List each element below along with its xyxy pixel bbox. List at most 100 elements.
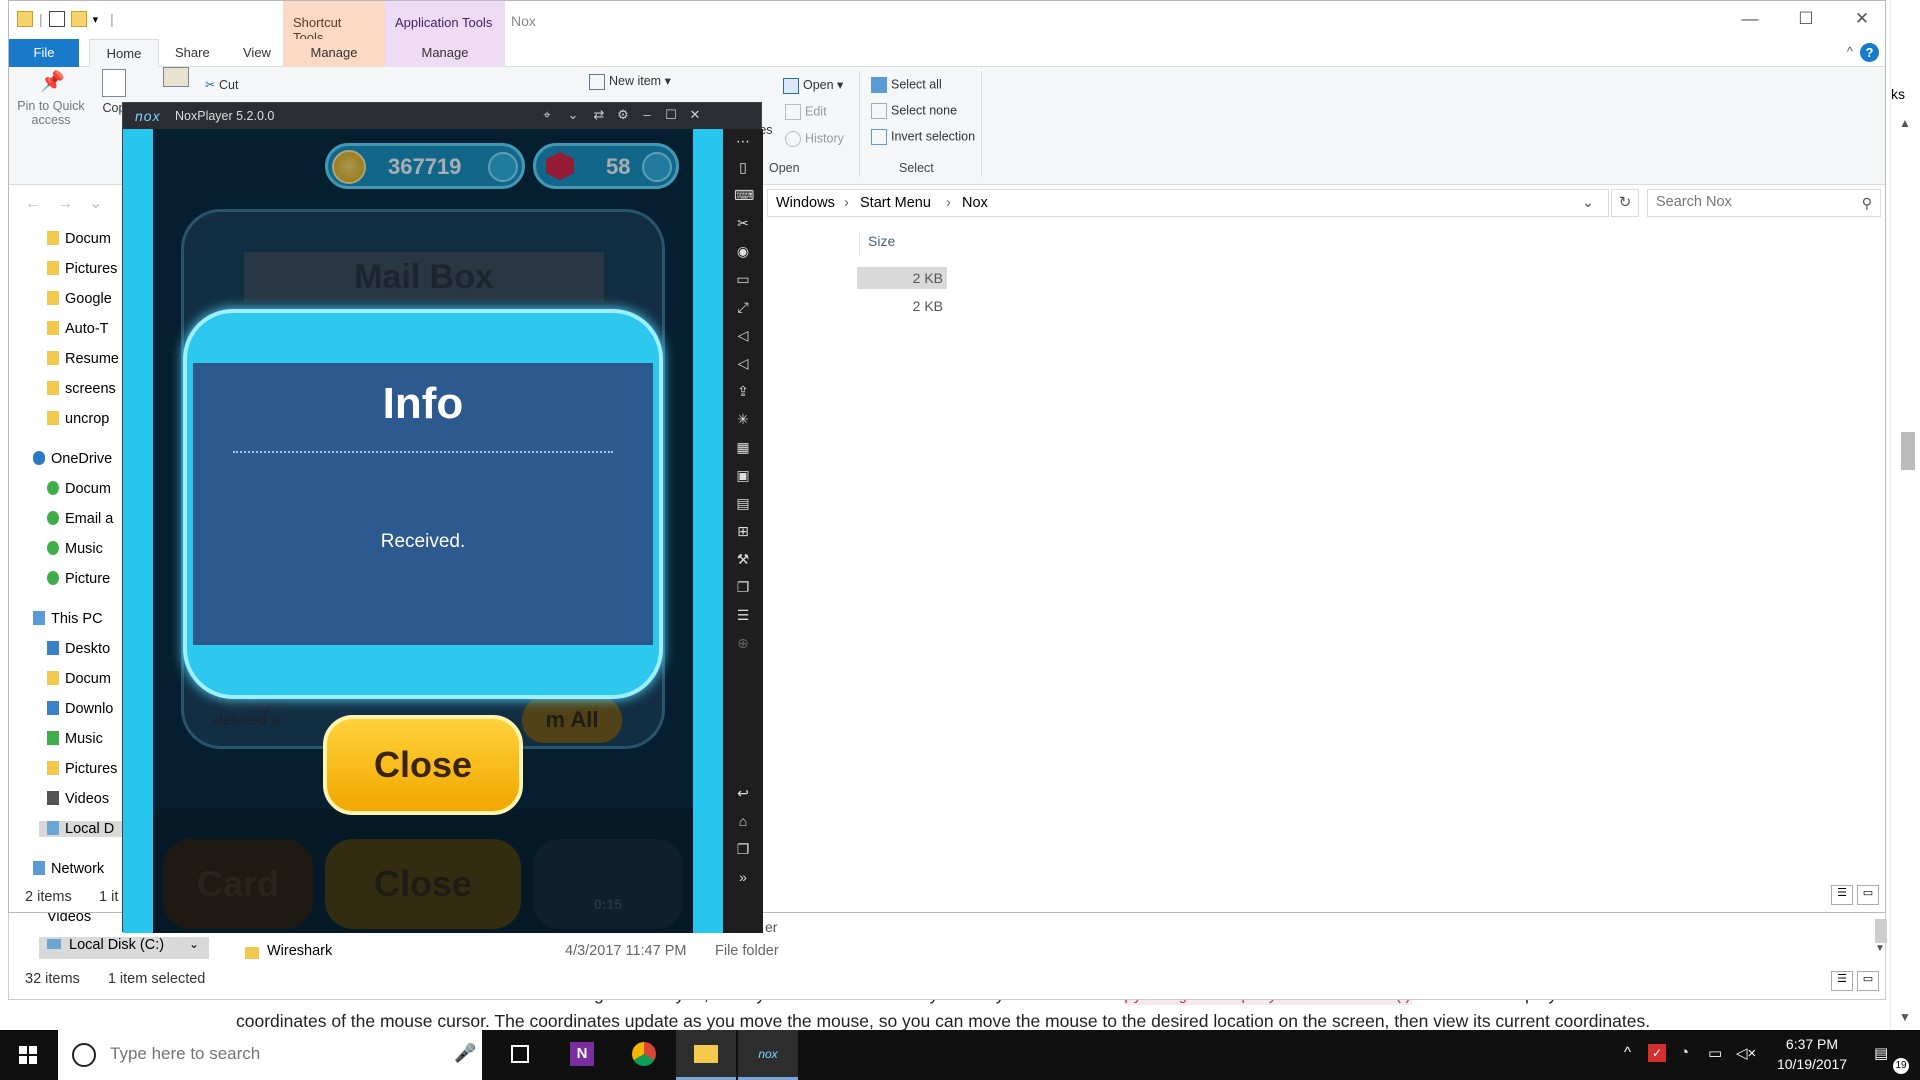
nav-item-onedrive-documents[interactable]: Docum — [47, 481, 127, 497]
breadcrumb[interactable]: Windows › Start Menu › Nox ⌄ — [767, 189, 1609, 217]
nav-item-local-disk[interactable]: Local D — [39, 821, 129, 837]
nav-item-pictures[interactable]: Pictures — [47, 261, 127, 277]
nav-item-desktop[interactable]: Deskto — [47, 641, 127, 657]
nav-item-onedrive-music[interactable]: Music — [47, 541, 127, 557]
nav-item-auto[interactable]: Auto-T — [47, 321, 127, 337]
show-hidden-icons-icon[interactable]: ^ — [1624, 1044, 1631, 1061]
menu-icon[interactable]: ☰ — [734, 607, 752, 623]
copy-icon[interactable]: ❐ — [734, 579, 752, 595]
tab-view[interactable]: View — [243, 45, 271, 60]
more-icon[interactable]: ⋯ — [734, 133, 752, 149]
clock-time[interactable]: 6:37 PM — [1772, 1036, 1852, 1052]
keyboard-icon[interactable]: ⌨ — [734, 187, 754, 203]
minimize-icon[interactable]: — — [1727, 9, 1773, 29]
details-view-icon[interactable]: ☰ — [1831, 885, 1853, 905]
taskbar-chrome[interactable] — [614, 1030, 674, 1080]
select-all-button[interactable]: Select all — [871, 77, 942, 93]
gear-icon[interactable]: ⚙ — [613, 107, 633, 123]
column-header-size[interactable]: Size — [859, 233, 895, 257]
nav-item-onedrive[interactable]: OneDrive — [33, 451, 129, 467]
nav-item-screens[interactable]: screens — [47, 381, 127, 397]
chevron-down-icon[interactable]: ⌄ — [189, 937, 199, 951]
breadcrumb-separator-icon[interactable]: › — [946, 195, 951, 211]
location-icon[interactable]: ◉ — [734, 243, 752, 259]
close-button[interactable]: Close — [323, 715, 523, 815]
wifi-icon[interactable]: ◔ — [1680, 1044, 1689, 1061]
refresh-icon[interactable]: ↻ — [1611, 189, 1639, 217]
nav-item-documents[interactable]: Docum — [47, 231, 127, 247]
emulator-screen[interactable]: 367719 58 Mail Box Messages deleted a m … — [123, 129, 723, 933]
shake-icon[interactable]: ✳ — [734, 411, 752, 427]
install-apk-icon[interactable]: ⇪ — [734, 383, 752, 399]
recent-apps-icon[interactable]: ❐ — [734, 841, 752, 857]
nav-item-resume[interactable]: Resume — [47, 351, 127, 367]
sidebar-item-local-disk[interactable]: Local Disk (C:) ⌄ — [39, 937, 209, 959]
arrange-icon[interactable]: ⇄ — [589, 107, 609, 123]
tab-file[interactable]: File — [9, 39, 79, 67]
back-arrow-icon[interactable]: ← — [25, 195, 57, 212]
search-box[interactable]: ⚲ — [1647, 189, 1881, 217]
details-view-icon[interactable]: ☰ — [1831, 971, 1853, 991]
file-list-scrollbar[interactable]: ▼ — [1875, 919, 1887, 969]
help-icon[interactable]: ? — [1860, 43, 1879, 62]
breadcrumb-nox[interactable]: Nox — [962, 195, 988, 211]
minimize-icon[interactable]: – — [637, 107, 657, 122]
page-scrollbar[interactable]: ks ▲ ▼ — [1890, 0, 1920, 1030]
screen-icon[interactable]: ▭ — [734, 271, 752, 287]
ribbon-collapse-icon[interactable]: ^ — [1847, 44, 1853, 59]
cut-button[interactable]: ✂ Cut — [205, 77, 238, 92]
nav-item-pc-pictures[interactable]: Pictures — [47, 761, 127, 777]
nav-item-music[interactable]: Music — [47, 731, 127, 747]
nav-item-pc-documents[interactable]: Docum — [47, 671, 127, 687]
taskbar-nox[interactable]: nox — [738, 1030, 798, 1080]
gamepad-icon[interactable]: ⊞ — [734, 523, 752, 539]
volume-muted-icon[interactable]: ◁× — [1736, 1044, 1756, 1062]
video-record-icon[interactable]: ▣ — [734, 467, 752, 483]
add-icon[interactable]: ⊕ — [734, 635, 752, 651]
open-button[interactable]: Open ▾ — [783, 77, 843, 94]
scroll-thumb[interactable] — [1875, 919, 1887, 943]
large-icons-view-icon[interactable]: ▭ — [1857, 885, 1879, 905]
history-button[interactable]: History — [785, 131, 844, 147]
microphone-icon[interactable]: 🎤 — [454, 1043, 476, 1064]
file-row-wireshark[interactable]: Wireshark 4/3/2017 11:47 PM File folder — [239, 943, 939, 967]
close-icon[interactable]: ✕ — [1839, 9, 1885, 29]
properties-check-icon[interactable] — [48, 11, 65, 27]
forward-arrow-icon[interactable]: → — [57, 195, 89, 212]
scissors-icon[interactable]: ✂ — [734, 215, 752, 231]
select-none-button[interactable]: Select none — [871, 103, 957, 119]
action-center-icon[interactable]: ▤ — [1874, 1044, 1888, 1062]
tab-share[interactable]: Share — [175, 45, 210, 60]
volume-down-icon[interactable]: ◁ — [734, 355, 752, 371]
expand-icon[interactable]: » — [734, 869, 752, 885]
tab-manage-shortcut[interactable]: Manage — [283, 39, 385, 67]
file-row-2-size[interactable]: 2 KB — [857, 295, 947, 317]
fullscreen-icon[interactable]: ⤢ — [734, 299, 752, 315]
battery-icon[interactable]: ▭ — [1708, 1044, 1722, 1062]
large-icons-view-icon[interactable]: ▭ — [1857, 971, 1879, 991]
close-icon[interactable]: ✕ — [685, 107, 705, 123]
nav-item-this-pc[interactable]: This PC — [33, 611, 129, 627]
back-icon[interactable]: ↩ — [734, 785, 752, 801]
antivirus-icon[interactable]: ✓ — [1648, 1044, 1666, 1062]
nav-item-downloads[interactable]: Downlo — [47, 701, 127, 717]
scroll-down-icon[interactable]: ▼ — [1899, 1010, 1911, 1024]
edit-button[interactable]: Edit — [785, 104, 827, 120]
search-input[interactable] — [1656, 194, 1846, 210]
invert-selection-button[interactable]: Invert selection — [871, 129, 975, 145]
nav-item-google[interactable]: Google — [47, 291, 127, 307]
nav-item-network[interactable]: Network — [33, 861, 129, 877]
recent-chevron-icon[interactable]: ⌄ — [89, 195, 118, 212]
volume-up-icon[interactable]: ◁ — [734, 327, 752, 343]
task-view-button[interactable] — [490, 1030, 550, 1080]
paste-icon[interactable] — [163, 67, 189, 87]
nav-item-onedrive-email[interactable]: Email a — [47, 511, 127, 527]
new-folder-icon[interactable] — [70, 11, 87, 27]
file-row-1-size[interactable]: 2 KB — [857, 267, 947, 289]
tools-icon[interactable]: ⚒ — [734, 551, 752, 567]
folder-icon[interactable] — [17, 11, 33, 27]
scroll-up-icon[interactable]: ▲ — [1899, 116, 1911, 130]
tab-home[interactable]: Home — [89, 39, 159, 68]
taskbar-onenote[interactable]: N — [552, 1030, 612, 1080]
nav-item-onedrive-pictures[interactable]: Picture — [47, 571, 127, 587]
